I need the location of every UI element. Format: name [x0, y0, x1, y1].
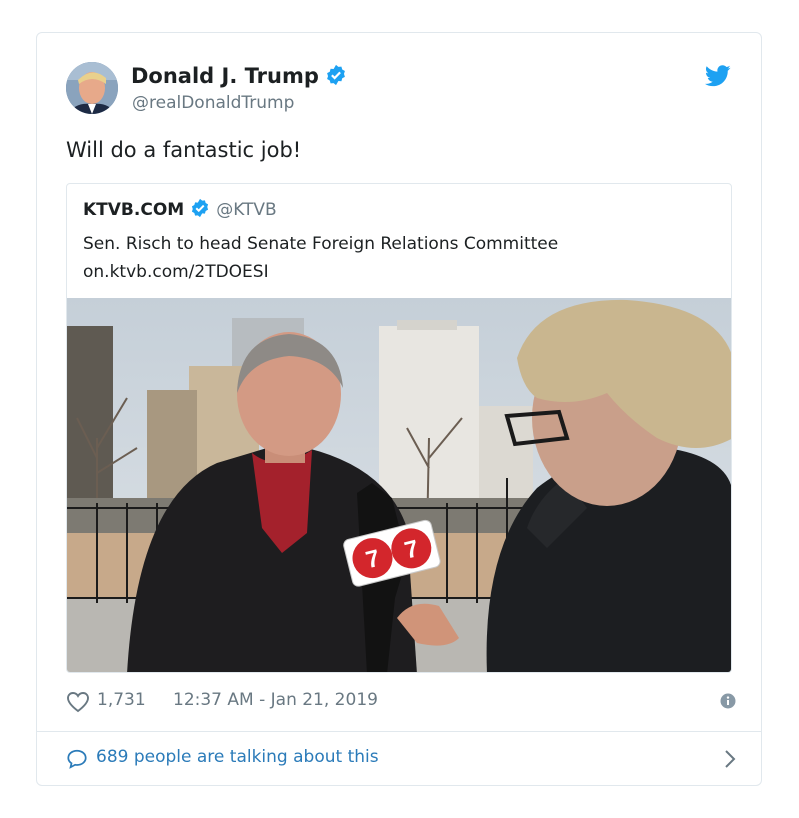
verified-icon	[190, 198, 210, 223]
author-avatar[interactable]	[66, 62, 118, 114]
talking-about-link[interactable]: 689 people are talking about this	[66, 745, 736, 773]
tweet-timestamp[interactable]: 12:37 AM - Jan 21, 2019	[173, 690, 378, 710]
quote-media-photo[interactable]: 7 7	[67, 298, 731, 672]
author-name-text[interactable]: Donald J. Trump	[131, 64, 319, 88]
embedded-tweet-card: Donald J. Trump @realDonaldTrump Will do…	[36, 32, 762, 786]
card-divider	[37, 731, 761, 732]
tweet-meta: 1,731 12:37 AM - Jan 21, 2019	[66, 688, 736, 718]
author-name[interactable]: Donald J. Trump	[131, 64, 347, 91]
talking-about-label[interactable]: 689 people are talking about this	[96, 747, 379, 767]
author-handle[interactable]: @realDonaldTrump	[132, 93, 294, 113]
like-count[interactable]: 1,731	[97, 690, 146, 710]
quote-text: Sen. Risch to head Senate Foreign Relati…	[83, 230, 713, 286]
tweet-text: Will do a fantastic job!	[66, 138, 302, 162]
speech-bubble-icon	[66, 748, 88, 775]
heart-icon[interactable]	[66, 691, 90, 718]
quote-author[interactable]: KTVB.COM @KTVB	[83, 198, 277, 223]
chevron-right-icon[interactable]	[724, 749, 736, 774]
quote-author-name[interactable]: KTVB.COM	[83, 200, 184, 220]
info-icon[interactable]	[720, 693, 736, 714]
twitter-bird-icon[interactable]	[704, 65, 731, 91]
quoted-tweet[interactable]: KTVB.COM @KTVB Sen. Risch to head Senate …	[66, 183, 732, 673]
quote-author-handle[interactable]: @KTVB	[216, 200, 277, 220]
quote-link[interactable]: on.ktvb.com/2TDOESI	[83, 258, 713, 286]
verified-icon	[325, 64, 347, 91]
quote-headline: Sen. Risch to head Senate Foreign Relati…	[83, 234, 559, 254]
